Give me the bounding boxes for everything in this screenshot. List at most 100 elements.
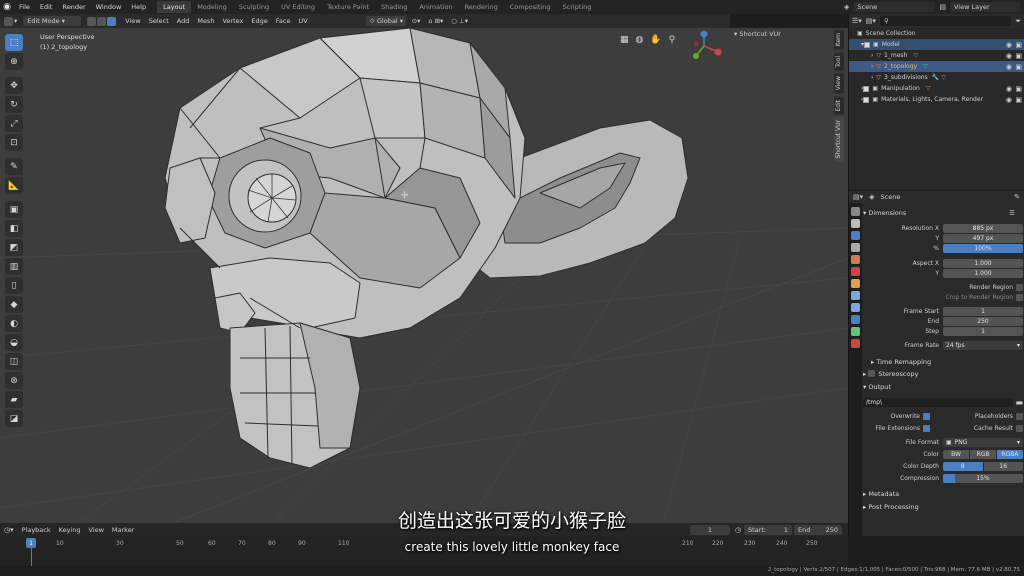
- transform-tool-icon[interactable]: ⊡: [5, 134, 23, 151]
- scale-tool-icon[interactable]: ⤢: [5, 115, 23, 132]
- tab-shading[interactable]: Shading: [375, 1, 413, 13]
- color-rgb-button[interactable]: RGB: [970, 449, 996, 459]
- aspect-x-field[interactable]: 1.000: [943, 258, 1023, 268]
- resolution-percent-field[interactable]: 100%: [943, 243, 1023, 253]
- camera-icon[interactable]: ▣: [1015, 41, 1022, 49]
- knife-tool-icon[interactable]: ▯: [5, 277, 23, 294]
- smooth-tool-icon[interactable]: ◒: [5, 334, 23, 351]
- object-props-icon[interactable]: [851, 279, 860, 288]
- tab-animation[interactable]: Animation: [413, 1, 458, 13]
- menu-mesh[interactable]: Mesh: [193, 16, 218, 26]
- face-select-icon[interactable]: [107, 16, 117, 26]
- menu-view[interactable]: View: [121, 16, 144, 26]
- outliner-item-manipulation[interactable]: › ▣ Manipulation ▽ ◉ ▣: [849, 83, 1024, 94]
- camera-icon[interactable]: ▣: [1015, 52, 1022, 60]
- tab-uv-editing[interactable]: UV Editing: [275, 1, 321, 13]
- aspect-y-field[interactable]: 1.000: [943, 268, 1023, 278]
- measure-tool-icon[interactable]: 📐: [5, 177, 23, 194]
- npanel-header[interactable]: ▾ Shortcut VUr: [734, 30, 781, 38]
- menu-vertex[interactable]: Vertex: [218, 16, 247, 26]
- tab-compositing[interactable]: Compositing: [504, 1, 557, 13]
- select-box-icon[interactable]: ⬚: [5, 34, 23, 51]
- color-depth-8-button[interactable]: 8: [943, 461, 983, 471]
- inset-tool-icon[interactable]: ◧: [5, 220, 23, 237]
- pin-icon[interactable]: ✎: [1014, 193, 1020, 201]
- folder-icon[interactable]: ▬: [1015, 398, 1023, 407]
- tab-layout[interactable]: Layout: [157, 1, 192, 13]
- pivot-icon[interactable]: ⊙▾: [408, 16, 425, 26]
- menu-face[interactable]: Face: [272, 16, 295, 26]
- render-props-icon[interactable]: [851, 219, 860, 228]
- output-panel-header[interactable]: ▾ Output: [863, 381, 1023, 392]
- shear-tool-icon[interactable]: ▰: [5, 391, 23, 408]
- axis-gizmo[interactable]: [686, 30, 726, 66]
- collection-checkbox[interactable]: [863, 96, 870, 103]
- eye-icon[interactable]: ◉: [1006, 96, 1012, 104]
- bevel-tool-icon[interactable]: ◩: [5, 239, 23, 256]
- outliner-item-2-topology[interactable]: › ▽ 2_topology ▽ ◉ ▣: [849, 61, 1024, 72]
- tool-props-icon[interactable]: [851, 207, 860, 216]
- eye-icon[interactable]: ◉: [1006, 52, 1012, 60]
- filter-icon[interactable]: ⏷: [1015, 17, 1021, 26]
- color-bw-button[interactable]: BW: [943, 449, 969, 459]
- frame-step-field[interactable]: 1: [943, 326, 1023, 336]
- eye-icon[interactable]: ◉: [1006, 85, 1012, 93]
- tab-tool[interactable]: Tool: [834, 52, 844, 71]
- frame-rate-dropdown[interactable]: 24 fps ▾: [943, 340, 1023, 350]
- vertex-select-icon[interactable]: [87, 16, 97, 26]
- file-extensions-checkbox[interactable]: [923, 424, 930, 432]
- blender-logo-icon[interactable]: ◉: [0, 0, 14, 14]
- orientation-selector[interactable]: ⟐ Global ▾: [365, 16, 406, 26]
- data-props-icon[interactable]: [851, 327, 860, 336]
- tab-rendering[interactable]: Rendering: [459, 1, 504, 13]
- outliner-search-input[interactable]: ⚲: [879, 16, 1012, 26]
- mode-selector[interactable]: Edit Mode ▾: [23, 16, 82, 26]
- output-path-field[interactable]: /tmp\: [863, 397, 1014, 407]
- camera-icon[interactable]: ▣: [1015, 85, 1022, 93]
- scene-props-icon[interactable]: [851, 255, 860, 264]
- tab-shortcut-vur[interactable]: Shortcut VUr: [834, 117, 844, 162]
- crop-region-checkbox[interactable]: [1016, 293, 1023, 301]
- extrude-tool-icon[interactable]: ▣: [5, 201, 23, 218]
- menu-uv[interactable]: UV: [294, 16, 311, 26]
- loop-cut-tool-icon[interactable]: ▥: [5, 258, 23, 275]
- shrink-fatten-tool-icon[interactable]: ⊛: [5, 372, 23, 389]
- rip-tool-icon[interactable]: ◪: [5, 410, 23, 427]
- menu-edit[interactable]: Edit: [35, 3, 58, 11]
- proportional-edit-icon[interactable]: ○ ⊥▾: [447, 16, 472, 26]
- menu-render[interactable]: Render: [57, 3, 90, 11]
- menu-file[interactable]: File: [14, 3, 35, 11]
- stereoscopy-checkbox[interactable]: [868, 370, 876, 377]
- modifier-props-icon[interactable]: [851, 291, 860, 300]
- poly-build-tool-icon[interactable]: ◆: [5, 296, 23, 313]
- rotate-tool-icon[interactable]: ↻: [5, 96, 23, 113]
- color-rgba-button[interactable]: RGBA: [997, 449, 1023, 459]
- camera-icon[interactable]: ◍: [636, 35, 644, 45]
- edge-slide-tool-icon[interactable]: ◫: [5, 353, 23, 370]
- annotate-tool-icon[interactable]: ✎: [5, 158, 23, 175]
- compression-slider[interactable]: 15%: [943, 473, 1023, 483]
- outliner-scene-collection[interactable]: ▣ Scene Collection: [849, 28, 1024, 39]
- world-props-icon[interactable]: [851, 267, 860, 276]
- pan-hand-icon[interactable]: ✋: [650, 35, 661, 45]
- 3d-viewport[interactable]: User Perspective (1) 2_topology ▦ ◍ ✋ ⚲ …: [0, 28, 848, 536]
- move-tool-icon[interactable]: ✥: [5, 77, 23, 94]
- cache-result-checkbox[interactable]: [1016, 424, 1023, 432]
- outliner-item-materials[interactable]: › ▣ Materials, Lights, Camera, Render ◉ ▣: [849, 94, 1024, 105]
- presets-icon[interactable]: ☰: [1009, 209, 1023, 217]
- outliner-item-model[interactable]: ▾ ▣ Model ◉ ▣: [849, 39, 1024, 50]
- collection-checkbox[interactable]: [864, 41, 871, 48]
- collection-checkbox[interactable]: [863, 85, 870, 92]
- grid-view-icon[interactable]: ▦: [620, 35, 629, 45]
- stereoscopy-panel[interactable]: ▸ Stereoscopy: [863, 368, 1023, 379]
- eye-icon[interactable]: ◉: [1006, 41, 1012, 49]
- output-props-icon[interactable]: [851, 231, 860, 240]
- time-remapping-panel[interactable]: ▸ Time Remapping: [863, 356, 1023, 367]
- cursor-tool-icon[interactable]: ⊕: [5, 53, 23, 70]
- properties-editor-icon[interactable]: ▤▾: [853, 193, 863, 201]
- particles-props-icon[interactable]: [851, 303, 860, 312]
- menu-help[interactable]: Help: [126, 3, 151, 11]
- tab-item[interactable]: Item: [834, 30, 844, 50]
- view-layer-selector[interactable]: View Layer: [950, 2, 1020, 12]
- zoom-icon[interactable]: ⚲: [669, 35, 676, 45]
